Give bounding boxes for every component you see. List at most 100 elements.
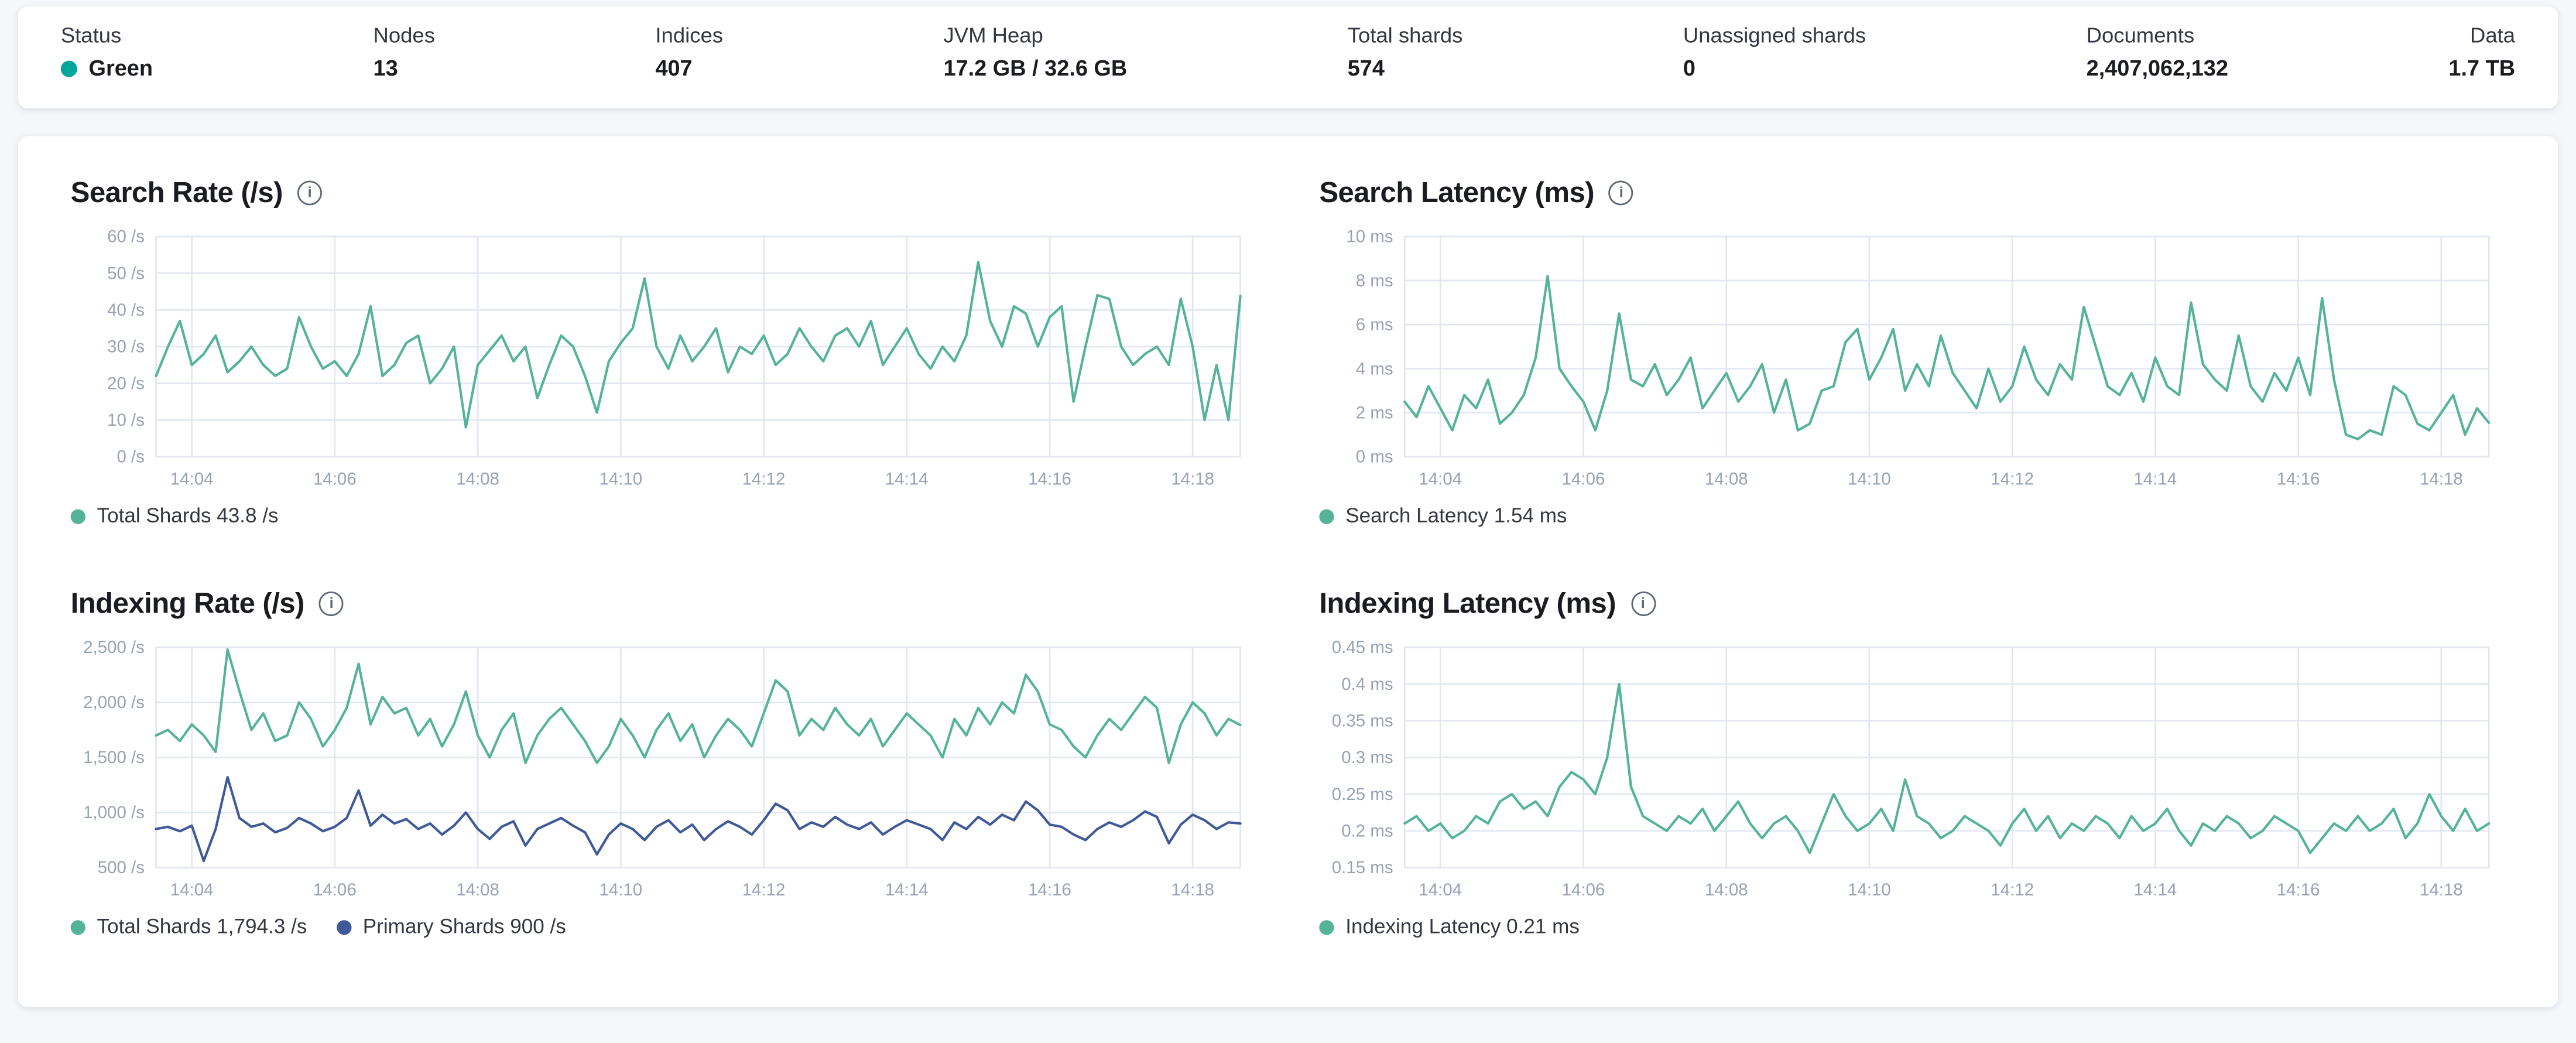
info-icon[interactable]: i	[297, 180, 323, 206]
y-tick-label: 6 ms	[1356, 315, 1393, 334]
y-tick-label: 20 /s	[107, 374, 145, 393]
y-tick-label: 40 /s	[107, 300, 145, 320]
x-tick-label: 14:18	[2420, 470, 2463, 489]
x-tick-label: 14:14	[2134, 470, 2177, 489]
panel-indexing-latency: Indexing Latency (ms) i 0.15 ms 0.2 ms 0.2…	[1319, 586, 2505, 938]
dashboard-viewport: Status Green Nodes 13 Indices 407 JVM He…	[0, 6, 2576, 1043]
legend-label: Total Shards 43.8 /s	[97, 504, 279, 528]
stat-value: 1.7 TB	[2448, 56, 2516, 81]
chart-legend: Indexing Latency 0.21 ms	[1319, 915, 2505, 938]
info-icon[interactable]: i	[319, 591, 344, 617]
y-tick-label: 0.45 ms	[1332, 638, 1393, 657]
x-tick-label: 14:14	[2134, 880, 2177, 900]
y-tick-label: 0 ms	[1356, 447, 1393, 467]
cluster-stats-bar: Status Green Nodes 13 Indices 407 JVM He…	[18, 6, 2558, 108]
y-tick-label: 1,500 /s	[83, 748, 145, 767]
y-tick-label: 4 ms	[1356, 359, 1393, 378]
legend-label: Primary Shards 900 /s	[362, 915, 566, 939]
x-tick-label: 14:12	[1991, 470, 2034, 489]
legend-label: Search Latency 1.54 ms	[1345, 504, 1567, 528]
chart-svg: 500 /s 1,000 /s 1,500 /s 2,000 /s 2,500 /s 14…	[83, 638, 1242, 900]
x-tick-label: 14:16	[2277, 880, 2320, 900]
y-tick-label: 0.3 ms	[1341, 748, 1393, 767]
stat-label: Unassigned shards	[1683, 23, 1866, 48]
stat-value: 0	[1683, 56, 1695, 81]
panel-search-rate: Search Rate (/s) i 0 /s 10 /s 20 /s 30 /s 40…	[70, 176, 1257, 528]
stat-label: Data	[2470, 23, 2516, 48]
x-tick-label: 14:08	[456, 880, 499, 900]
stat-unassigned-shards: Unassigned shards 0	[1683, 21, 1866, 108]
series-line	[155, 261, 1242, 429]
x-tick-label: 14:18	[1171, 470, 1214, 489]
legend-item[interactable]: Indexing Latency 0.21 ms	[1319, 915, 1580, 938]
x-tick-label: 14:04	[170, 470, 214, 489]
x-tick-label: 14:08	[456, 470, 499, 489]
y-tick-label: 500 /s	[98, 858, 145, 877]
series-line	[1403, 682, 2491, 854]
chart-title: Indexing Rate (/s)	[70, 586, 305, 620]
info-icon[interactable]: i	[1630, 591, 1656, 617]
series-line	[155, 648, 1242, 764]
y-tick-label: 2 ms	[1356, 403, 1393, 422]
y-tick-label: 30 /s	[107, 337, 145, 357]
x-tick-label: 14:08	[1705, 880, 1748, 900]
x-tick-label: 14:12	[742, 470, 786, 489]
legend-label: Total Shards 1,794.3 /s	[97, 915, 307, 939]
y-tick-label: 0.15 ms	[1332, 858, 1393, 877]
stat-status: Status Green	[60, 21, 153, 108]
chart-legend: Search Latency 1.54 ms	[1319, 504, 2505, 528]
stat-data-size: Data 1.7 TB	[2448, 21, 2515, 108]
x-tick-label: 14:10	[1848, 880, 1891, 900]
chart-panels-grid: Search Rate (/s) i 0 /s 10 /s 20 /s 30 /s 40…	[70, 176, 2506, 939]
panel-search-latency: Search Latency (ms) i 0 ms 2 ms 4 ms 6 ms 8 …	[1319, 176, 2505, 528]
y-tick-label: 2,500 /s	[83, 638, 145, 657]
status-value-row: Green	[60, 54, 153, 82]
stat-value: 574	[1347, 56, 1385, 81]
search-rate-line-chart[interactable]: 0 /s 10 /s 20 /s 30 /s 40 /s 50 /s 60 /s 14:04 1…	[71, 227, 1257, 493]
stat-value: 407	[655, 56, 693, 81]
x-tick-label: 14:08	[1705, 470, 1748, 489]
metrics-card: Search Rate (/s) i 0 /s 10 /s 20 /s 30 /s 40…	[18, 136, 2558, 1007]
stat-label: Documents	[2086, 23, 2195, 48]
x-tick-label: 14:18	[1171, 880, 1214, 900]
stat-value: 17.2 GB / 32.6 GB	[943, 56, 1128, 81]
stat-value: 13	[373, 56, 398, 81]
stat-label: Status	[60, 23, 122, 48]
y-tick-label: 60 /s	[107, 227, 145, 247]
legend-item[interactable]: Total Shards 1,794.3 /s	[70, 915, 307, 939]
x-tick-label: 14:04	[1419, 470, 1462, 489]
indexing-rate-line-chart[interactable]: 500 /s 1,000 /s 1,500 /s 2,000 /s 2,500 /s 14…	[71, 638, 1257, 904]
info-icon[interactable]: i	[1609, 180, 1634, 206]
legend-item[interactable]: Primary Shards 900 /s	[336, 915, 566, 939]
stat-total-shards: Total shards 574	[1348, 21, 1463, 108]
series-line	[155, 776, 1242, 863]
x-tick-label: 14:12	[1991, 880, 2034, 900]
legend-dot-icon	[70, 919, 85, 935]
chart-legend: Total Shards 43.8 /s	[70, 504, 1257, 528]
legend-item[interactable]: Total Shards 43.8 /s	[70, 504, 279, 528]
chart-title: Indexing Latency (ms)	[1319, 586, 1616, 620]
stat-jvm-heap: JVM Heap 17.2 GB / 32.6 GB	[944, 21, 1128, 108]
x-tick-label: 14:12	[742, 880, 786, 900]
indexing-latency-line-chart[interactable]: 0.15 ms 0.2 ms 0.25 ms 0.3 ms 0.35 ms 0.4 ms 0…	[1319, 638, 2505, 904]
legend-dot-icon	[1319, 919, 1334, 935]
status-dot-icon	[60, 60, 77, 77]
legend-label: Indexing Latency 0.21 ms	[1345, 915, 1580, 939]
x-tick-label: 14:16	[1028, 880, 1071, 900]
x-tick-label: 14:18	[2420, 880, 2463, 900]
status-value: Green	[88, 56, 153, 81]
stat-indices: Indices 407	[655, 21, 723, 108]
stat-documents: Documents 2,407,062,132	[2087, 21, 2228, 108]
y-tick-label: 10 /s	[107, 411, 145, 430]
chart-svg: 0.15 ms 0.2 ms 0.25 ms 0.3 ms 0.35 ms 0.4 ms 0…	[1332, 638, 2491, 900]
chart-svg: 0 /s 10 /s 20 /s 30 /s 40 /s 50 /s 60 /s 14:04 1…	[107, 227, 1242, 489]
x-tick-label: 14:10	[599, 880, 642, 900]
stat-label: Nodes	[373, 23, 435, 48]
x-tick-label: 14:10	[1848, 470, 1891, 489]
legend-item[interactable]: Search Latency 1.54 ms	[1319, 504, 1567, 528]
y-tick-label: 0.2 ms	[1341, 822, 1393, 841]
search-latency-line-chart[interactable]: 0 ms 2 ms 4 ms 6 ms 8 ms 10 ms 14:04 14:06 14:08…	[1319, 227, 2505, 493]
stat-label: Total shards	[1347, 23, 1463, 48]
y-tick-label: 0.25 ms	[1332, 785, 1393, 804]
y-tick-label: 0.35 ms	[1332, 712, 1393, 731]
